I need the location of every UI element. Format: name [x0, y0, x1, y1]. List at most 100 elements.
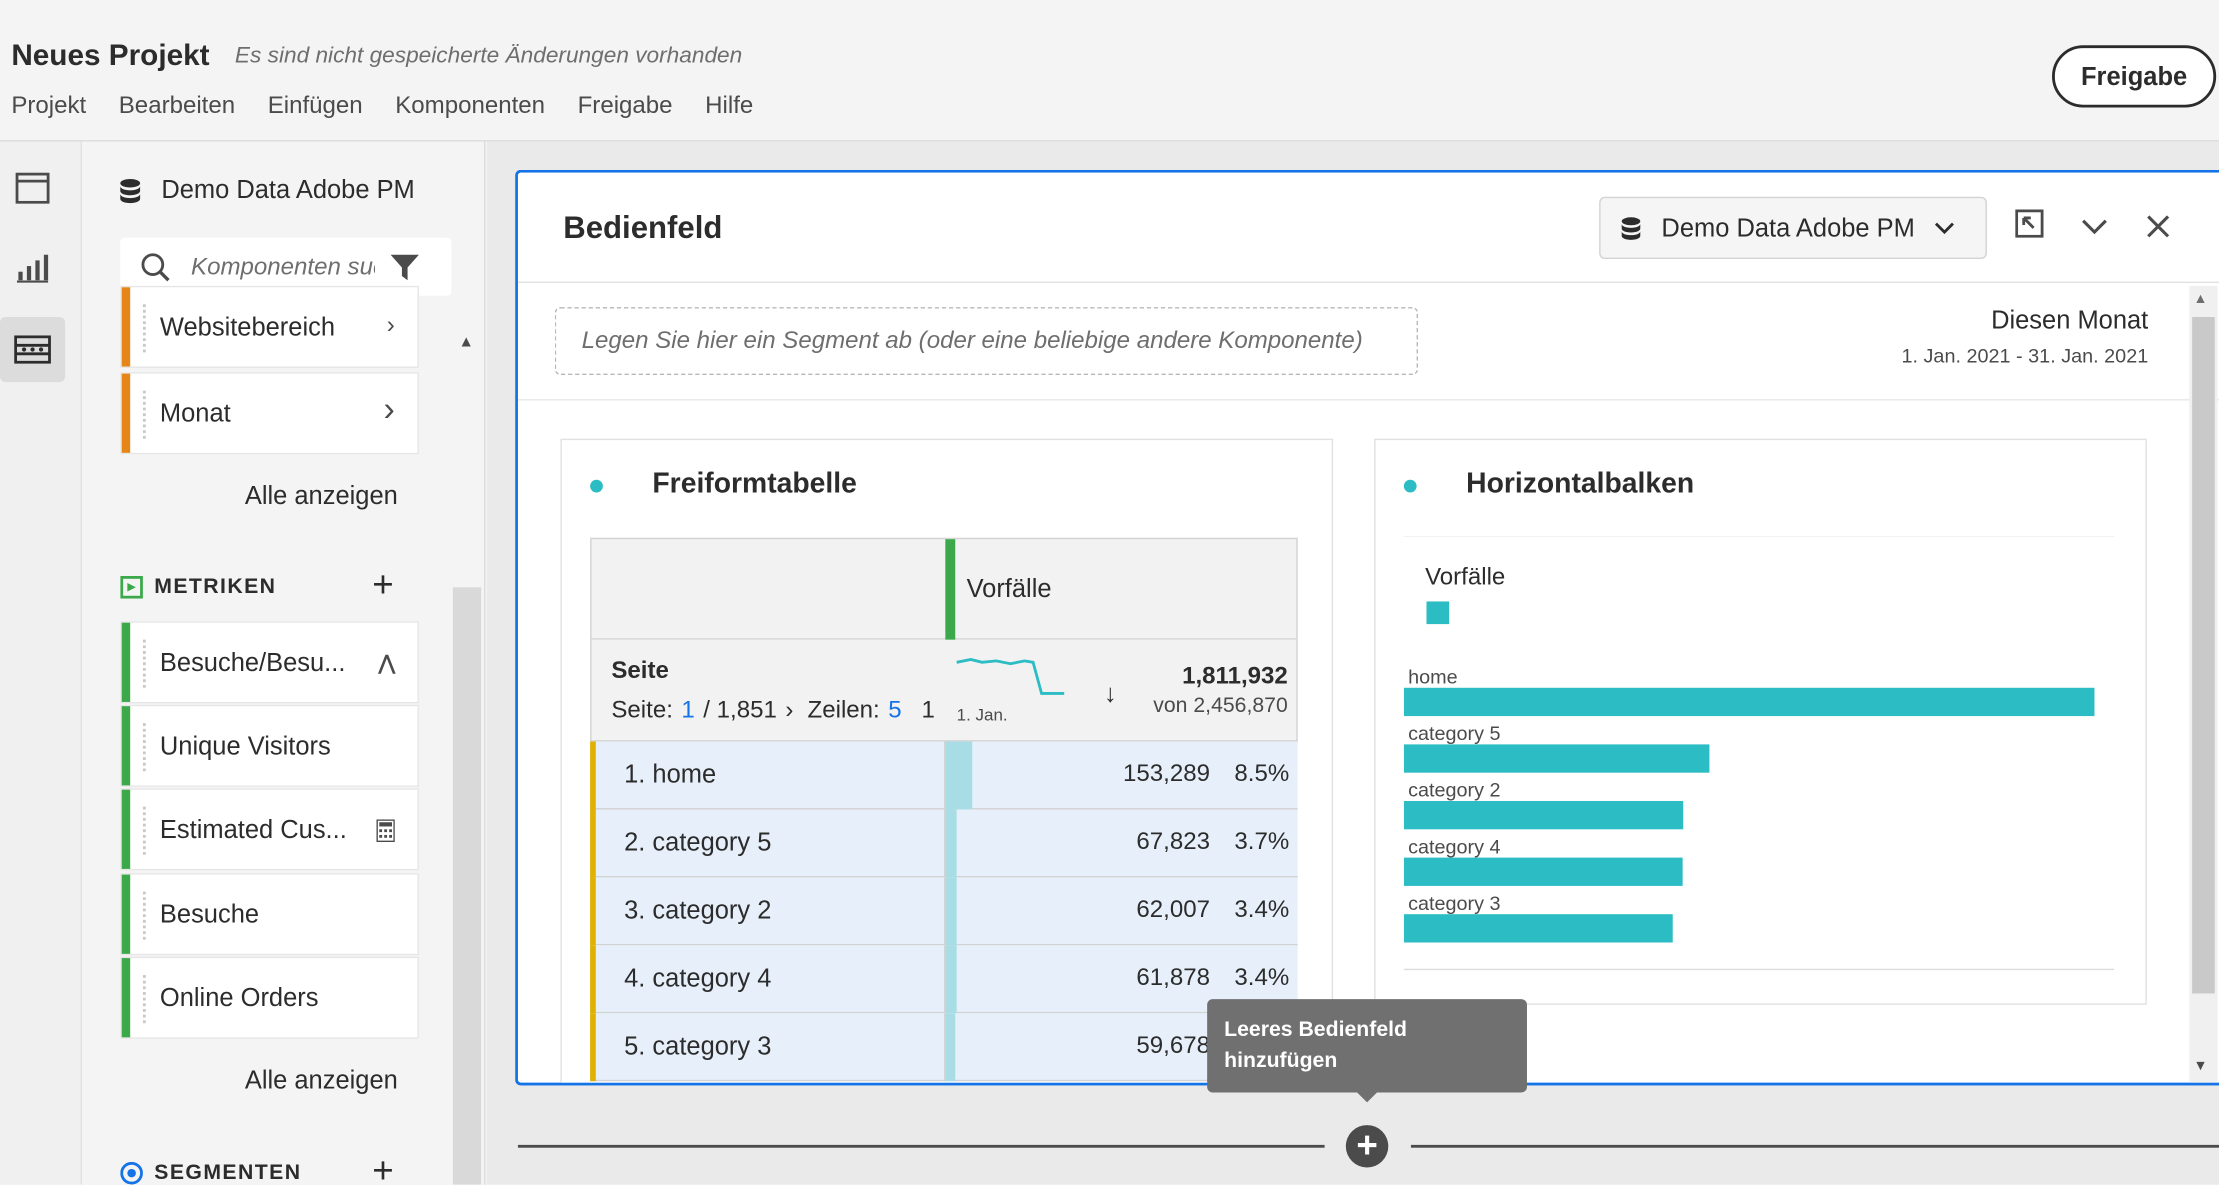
bar-home[interactable]: [1403, 687, 2095, 717]
row-metric-value: 61,878: [1136, 963, 1210, 991]
hbar-chart: Vorfälle home category 5 category 2 categor…: [1403, 536, 2115, 971]
adobe-icon: ⋀: [378, 650, 395, 674]
sort-desc-icon[interactable]: ↓: [1104, 679, 1117, 709]
dimension-label: Monat: [159, 399, 231, 428]
metrics-section-header: METRIKEN: [120, 575, 276, 599]
table-row[interactable]: 3. category 2 62,007 3.4%: [590, 877, 1298, 946]
menu-einfuegen[interactable]: Einfügen: [268, 92, 363, 120]
top-bar: Neues Projekt Es sind nicht gespeicherte…: [0, 0, 2219, 142]
metric-item[interactable]: Besuche: [120, 873, 419, 956]
metric-item[interactable]: Unique Visitors: [120, 704, 419, 787]
drag-handle[interactable]: [142, 639, 146, 688]
menu-bearbeiten[interactable]: Bearbeiten: [119, 92, 235, 120]
table-row[interactable]: 4. category 4 61,878 3.4%: [590, 945, 1298, 1014]
row-selection-marker: [590, 809, 596, 878]
chevron-right-icon[interactable]: ›: [384, 391, 395, 431]
row-dimension-value[interactable]: 1. home: [624, 760, 716, 790]
freeform-title[interactable]: Freiformtabelle: [652, 468, 856, 501]
bar-category-2[interactable]: [1403, 800, 1684, 830]
add-panel-button[interactable]: +: [1345, 1125, 1389, 1168]
metric-label: Besuche/Besu...: [159, 648, 346, 677]
drag-handle[interactable]: [142, 891, 146, 940]
metric-label: Unique Visitors: [159, 731, 331, 760]
bar-category-3[interactable]: [1403, 914, 1673, 943]
panel-icon[interactable]: [0, 156, 65, 221]
bar-category-4[interactable]: [1403, 857, 1683, 886]
panel-data-source-picker[interactable]: Demo Data Adobe PM: [1599, 196, 1987, 259]
row-selection-marker: [590, 1013, 596, 1082]
panel-header: Bedienfeld Demo Data Adobe PM: [517, 172, 2219, 284]
divider: [517, 399, 2219, 401]
row-dimension-value[interactable]: 3. category 2: [624, 896, 771, 926]
project-title[interactable]: Neues Projekt: [11, 40, 209, 74]
metric-label: Online Orders: [159, 983, 319, 1012]
hbar-title[interactable]: Horizontalbalken: [1466, 468, 1694, 501]
add-segment-icon[interactable]: +: [372, 1149, 393, 1184]
filter-icon[interactable]: [389, 252, 420, 283]
tooltip-line-1: Leeres Bedienfeld: [1224, 1017, 1407, 1042]
rows-select[interactable]: 5: [888, 696, 901, 724]
components-data-source[interactable]: Demo Data Adobe PM: [119, 175, 415, 205]
table-row[interactable]: 1. home 153,289 8.5%: [590, 741, 1298, 810]
tooltip-line-2: hinzufügen: [1224, 1048, 1338, 1073]
drag-handle[interactable]: [142, 304, 146, 353]
visualizations-icon[interactable]: [0, 235, 65, 300]
metric-column-header[interactable]: Vorfälle: [967, 575, 1052, 605]
row-dimension-value[interactable]: 4. category 4: [624, 964, 771, 994]
row-dimension-value[interactable]: 5. category 3: [624, 1032, 771, 1062]
row-value-bar: [945, 877, 957, 946]
show-all-metrics-link[interactable]: Alle anzeigen: [245, 1066, 398, 1096]
panel-scrollbar-thumb[interactable]: [2192, 317, 2215, 994]
panel: Bedienfeld Demo Data Adobe PM Legen Sie …: [515, 169, 2219, 1086]
dimension-header[interactable]: Seite: [611, 657, 669, 685]
add-metric-icon[interactable]: +: [372, 563, 393, 607]
legend-swatch[interactable]: [1426, 601, 1450, 625]
date-range-value: 1. Jan. 2021 - 31. Jan. 2021: [1901, 343, 2149, 367]
menu-projekt[interactable]: Projekt: [11, 92, 86, 120]
dimension-item[interactable]: Monat ›: [120, 372, 419, 455]
metric-item[interactable]: Estimated Cus...: [120, 788, 419, 871]
metric-item[interactable]: Besuche/Besu... ⋀: [120, 621, 419, 704]
drag-handle[interactable]: [142, 390, 146, 439]
dimension-item[interactable]: Websitebereich ›: [120, 285, 419, 368]
collapse-chevron-icon[interactable]: [2080, 218, 2108, 235]
metric-item[interactable]: Online Orders: [120, 956, 419, 1039]
row-value-bar: [945, 1013, 956, 1082]
calculator-icon: [376, 819, 395, 843]
next-page-icon[interactable]: ›: [785, 696, 793, 724]
drag-handle[interactable]: [142, 975, 146, 1024]
drag-handle[interactable]: [142, 806, 146, 855]
page-current-input[interactable]: 1: [681, 696, 694, 724]
row-dimension-value[interactable]: 2. category 5: [624, 828, 771, 858]
menu-freigabe[interactable]: Freigabe: [578, 92, 673, 120]
bar-category-5[interactable]: [1403, 744, 1710, 773]
search-icon: [141, 253, 170, 282]
metric-accent: [121, 874, 131, 954]
scroll-up-icon[interactable]: ▲: [2194, 292, 2208, 308]
panel-title[interactable]: Bedienfeld: [563, 209, 722, 246]
show-all-dimensions-link[interactable]: Alle anzeigen: [245, 481, 398, 511]
menu-komponenten[interactable]: Komponenten: [395, 92, 545, 120]
components-scrollbar-thumb[interactable]: [452, 587, 482, 1185]
components-data-source-label: Demo Data Adobe PM: [161, 175, 415, 204]
drag-handle[interactable]: [142, 723, 146, 772]
metric-label: Estimated Cus...: [159, 815, 347, 844]
chevron-right-icon[interactable]: ›: [387, 311, 395, 339]
date-range-picker[interactable]: Diesen Monat 1. Jan. 2021 - 31. Jan. 202…: [1834, 306, 2148, 367]
menu-hilfe[interactable]: Hilfe: [705, 92, 753, 120]
segment-drop-zone[interactable]: Legen Sie hier ein Segment ab (oder eine…: [554, 307, 1419, 376]
row-value-bar: [945, 741, 973, 810]
segments-header-label: SEGMENTEN: [154, 1160, 302, 1185]
table-row[interactable]: 5. category 359,6783.3%: [590, 1013, 1298, 1082]
share-button[interactable]: Freigabe: [2052, 45, 2217, 108]
column-total: 1,811,932: [1182, 662, 1288, 690]
fullscreen-icon[interactable]: [2015, 209, 2044, 238]
scroll-down-icon[interactable]: ▼: [2194, 1059, 2208, 1075]
scroll-up-icon[interactable]: ▲: [459, 334, 474, 351]
components-icon[interactable]: [0, 317, 66, 383]
page-label: Seite:: [611, 696, 673, 724]
metric-accent: [121, 789, 131, 869]
table-row[interactable]: 2. category 5 67,823 3.7%: [590, 809, 1298, 878]
close-icon[interactable]: [2145, 214, 2170, 239]
metric-column-handle[interactable]: [945, 539, 956, 642]
